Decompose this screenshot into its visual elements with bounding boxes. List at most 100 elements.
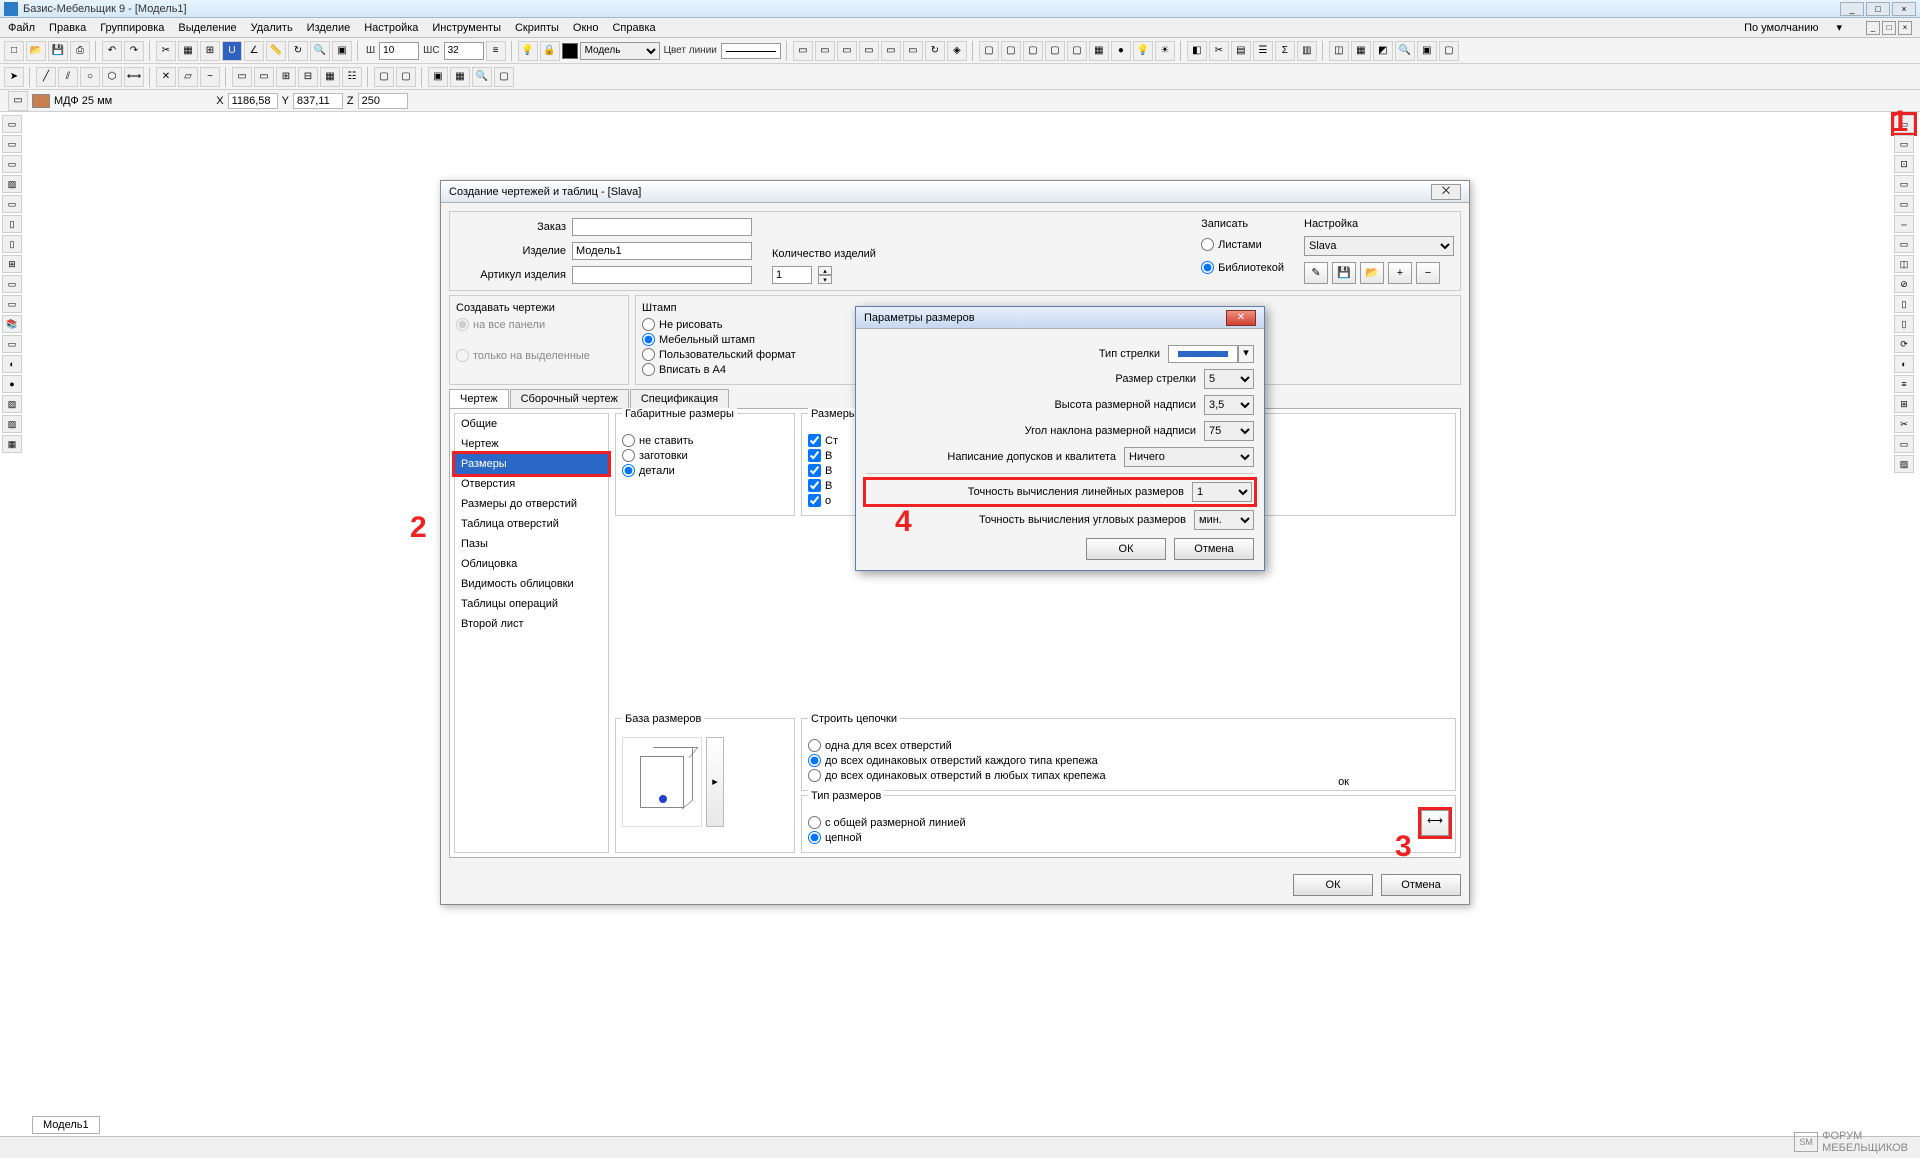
stamp-meb-radio[interactable] [642,333,655,346]
menu-settings[interactable]: Настройка [364,22,418,34]
view3d-3-icon[interactable]: ▭ [837,41,857,61]
settings-save-icon[interactable]: 💾 [1332,262,1356,284]
dialog2-close[interactable]: ✕ [1226,310,1256,326]
angle-icon[interactable]: ∠ [244,41,264,61]
side-l-11-icon[interactable]: 📚 [2,315,22,333]
win-2-icon[interactable]: ▦ [450,67,470,87]
stamp-user-radio[interactable] [642,348,655,361]
dims-v2-check[interactable] [808,464,821,477]
cube-next-btn[interactable]: ▸ [706,737,724,827]
side-l-16-icon[interactable]: ▨ [2,415,22,433]
scissors-icon[interactable]: ✂ [1209,41,1229,61]
side-r-9-icon[interactable]: ⊘ [1894,275,1914,293]
plane-icon[interactable]: ▱ [178,67,198,87]
hexagon-icon[interactable]: ⬡ [102,67,122,87]
chain-same-radio[interactable] [808,754,821,767]
side-l-3-icon[interactable]: ▭ [2,155,22,173]
qty-input[interactable] [772,266,812,284]
group-4-icon[interactable]: ⊟ [298,67,318,87]
menu-file[interactable]: Файл [8,22,35,34]
grid-icon[interactable]: ▦ [178,41,198,61]
side-l-17-icon[interactable]: ▦ [2,435,22,453]
box-2-icon[interactable]: ▢ [1001,41,1021,61]
side-l-12-icon[interactable]: ▭ [2,335,22,353]
side-r-6-icon[interactable]: ⇔ [1894,215,1914,233]
settings-add-icon[interactable]: + [1388,262,1412,284]
side-l-7-icon[interactable]: ▯ [2,235,22,253]
angle-select[interactable]: 75 [1204,421,1254,441]
tab-drawing[interactable]: Чертеж [449,389,509,408]
cut-icon[interactable]: ✂ [156,41,176,61]
magnet-icon[interactable]: U [222,41,242,61]
bulb-icon[interactable]: 💡 [518,41,538,61]
text-height-select[interactable]: 3,5 [1204,395,1254,415]
x-input[interactable] [228,93,278,109]
chart-icon[interactable]: ▥ [1297,41,1317,61]
angular-prec-select[interactable]: мин. [1194,510,1254,530]
y-input[interactable] [293,93,343,109]
dialog1-titlebar[interactable]: Создание чертежей и таблиц - [Slava] ⨉ [441,181,1469,203]
settings-remove-icon[interactable]: − [1416,262,1440,284]
dims-v1-check[interactable] [808,449,821,462]
stamp-a4-radio[interactable] [642,363,655,376]
view3d-2-icon[interactable]: ▭ [815,41,835,61]
menu-product[interactable]: Изделие [307,22,351,34]
workspace-select[interactable]: По умолчанию [1744,22,1818,34]
measure-icon[interactable]: 📏 [266,41,286,61]
sun-icon[interactable]: ☀ [1155,41,1175,61]
group-5-icon[interactable]: ▦ [320,67,340,87]
sigma-icon[interactable]: Σ [1275,41,1295,61]
list-item[interactable]: Отверстия [455,474,608,494]
group-1-icon[interactable]: ▭ [232,67,252,87]
tab-assembly[interactable]: Сборочный чертеж [510,389,629,408]
box-3-icon[interactable]: ▢ [1023,41,1043,61]
rotate-icon[interactable]: ↻ [925,41,945,61]
dim-icon[interactable]: ⟷ [124,67,144,87]
list-item[interactable]: Пазы [455,534,608,554]
side-r-13-icon[interactable]: ◐ [1894,355,1914,373]
list-item[interactable]: Таблицы операций [455,594,608,614]
mdi-close[interactable]: × [1898,21,1912,35]
chain-any-radio[interactable] [808,769,821,782]
isometric-icon[interactable]: ◈ [947,41,967,61]
side-r-16-icon[interactable]: ✂ [1894,415,1914,433]
arrow-icon[interactable]: ➤ [4,67,24,87]
settings-open-icon[interactable]: 📂 [1360,262,1384,284]
side-r-15-icon[interactable]: ⊞ [1894,395,1914,413]
win-3-icon[interactable]: ▢ [494,67,514,87]
tab-spec[interactable]: Спецификация [630,389,729,408]
product-input[interactable] [572,242,752,260]
menu-window[interactable]: Окно [573,22,599,34]
menu-scripts[interactable]: Скрипты [515,22,559,34]
list-item[interactable]: Видимость облицовки [455,574,608,594]
model-select[interactable]: Модель [580,42,660,60]
maximize-button[interactable]: □ [1866,2,1890,16]
order-input[interactable] [572,218,752,236]
circle-icon[interactable]: ○ [80,67,100,87]
close-button[interactable]: × [1892,2,1916,16]
arrow-size-select[interactable]: 5 [1204,369,1254,389]
list-item[interactable]: Таблица отверстий [455,514,608,534]
linear-prec-select[interactable]: 1 [1192,482,1252,502]
misc-4-icon[interactable]: 🔍 [1395,41,1415,61]
group-2-icon[interactable]: ▭ [254,67,274,87]
side-l-2-icon[interactable]: ▭ [2,135,22,153]
sel-2-icon[interactable]: ▢ [396,67,416,87]
line-icon[interactable]: ╱ [36,67,56,87]
zoom-fit-icon[interactable]: 🔍 [472,67,492,87]
dialog1-ok[interactable]: ОК [1293,874,1373,896]
mdi-minimize[interactable]: _ [1866,21,1880,35]
report-icon[interactable]: ▤ [1231,41,1251,61]
box-1-icon[interactable]: ▢ [979,41,999,61]
dialog2-ok[interactable]: ОК [1086,538,1166,560]
bulb2-icon[interactable]: 💡 [1133,41,1153,61]
side-r-14-icon[interactable]: ≡ [1894,375,1914,393]
side-r-17-icon[interactable]: ▭ [1894,435,1914,453]
menu-tools[interactable]: Инструменты [432,22,501,34]
cube-yellow-icon[interactable]: ◧ [1187,41,1207,61]
side-l-13-icon[interactable]: ◐ [2,355,22,373]
box-4-icon[interactable]: ▢ [1045,41,1065,61]
save-lib-radio[interactable] [1201,261,1214,274]
z-input[interactable] [358,93,408,109]
undo-icon[interactable]: ↶ [102,41,122,61]
